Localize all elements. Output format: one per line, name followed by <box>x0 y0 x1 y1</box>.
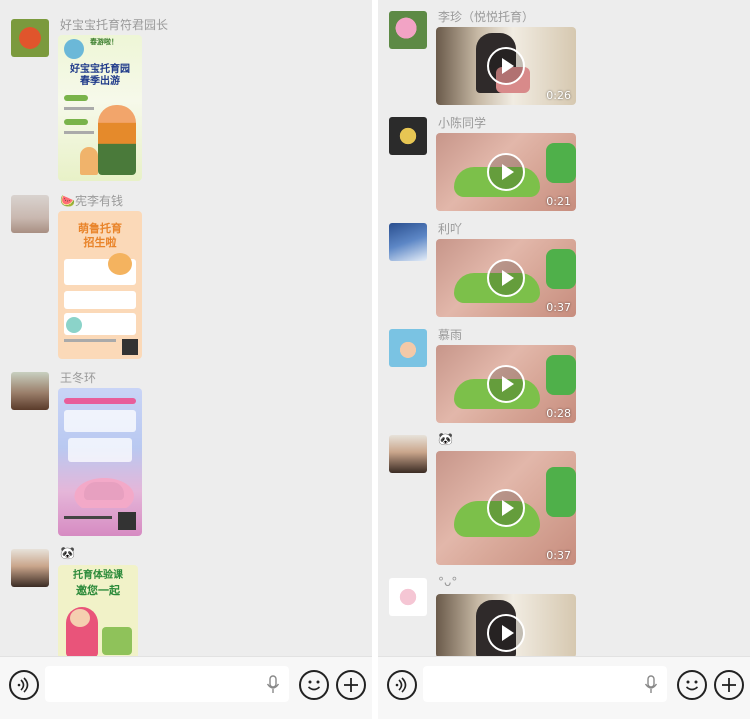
poster-image[interactable]: 托育体验课 邀您一起 <box>58 565 138 660</box>
sender-name: 好宝宝托育符君园长 <box>60 18 169 32</box>
sender-name: 王冬环 <box>60 371 97 385</box>
avatar[interactable] <box>389 435 427 473</box>
video-thumbnail[interactable]: 0:37 <box>436 451 576 565</box>
sender-name: 慕雨 <box>438 328 463 342</box>
message-text-input[interactable] <box>45 666 289 702</box>
avatar[interactable] <box>11 19 49 57</box>
emoji-icon[interactable] <box>299 670 329 700</box>
avatar[interactable] <box>11 195 49 233</box>
video-duration: 0:26 <box>546 89 571 102</box>
poster-image[interactable]: 萌鲁托育 招生啦 <box>58 211 142 359</box>
sender-name: 🐼 <box>60 546 75 560</box>
video-thumbnail[interactable]: 0:28 <box>436 345 576 423</box>
message-text-input[interactable] <box>423 666 667 702</box>
play-icon[interactable] <box>487 47 525 85</box>
sender-name: 🐼 <box>438 432 453 446</box>
poster-subheading: 招生啦 <box>83 236 117 249</box>
message-input-bar <box>0 656 372 719</box>
poster-top-label: 春游啦！ <box>90 38 118 46</box>
message-input-bar <box>378 656 750 719</box>
plus-icon[interactable] <box>336 670 366 700</box>
video-duration: 0:28 <box>546 407 571 420</box>
poster-heading: 托育体验课 <box>73 570 123 581</box>
avatar[interactable] <box>389 11 427 49</box>
poster-image[interactable]: 春游啦！ 好宝宝托育园 春季出游 <box>58 35 142 181</box>
chat-panel-left: 好宝宝托育符君园长 春游啦！ 好宝宝托育园 春季出游 🍉宪李有钱 萌鲁托育 招生… <box>0 0 372 719</box>
poster-image[interactable] <box>58 388 142 536</box>
poster-subheading: 春季出游 <box>80 76 120 87</box>
sender-name: 小陈同学 <box>438 116 487 130</box>
sender-name: 🍉宪李有钱 <box>60 194 123 208</box>
video-duration: 0:37 <box>546 549 571 562</box>
play-icon[interactable] <box>487 614 525 652</box>
video-thumbnail[interactable] <box>436 594 576 658</box>
poster-heading: 萌鲁托育 <box>78 222 122 235</box>
microphone-icon[interactable] <box>266 675 280 695</box>
poster-heading: 好宝宝托育园 <box>70 64 130 75</box>
emoji-icon[interactable] <box>677 670 707 700</box>
play-icon[interactable] <box>487 153 525 191</box>
poster-subheading: 邀您一起 <box>76 584 120 597</box>
video-duration: 0:37 <box>546 301 571 314</box>
voice-icon[interactable] <box>387 670 417 700</box>
sender-name: 利吖 <box>438 222 463 236</box>
plus-icon[interactable] <box>714 670 744 700</box>
video-duration: 0:21 <box>546 195 571 208</box>
avatar[interactable] <box>389 223 427 261</box>
voice-icon[interactable] <box>9 670 39 700</box>
avatar[interactable] <box>11 372 49 410</box>
sender-name: °ᴗ° <box>438 575 458 589</box>
play-icon[interactable] <box>487 489 525 527</box>
sender-name: 李珍（悦悦托育） <box>438 10 535 24</box>
avatar[interactable] <box>389 578 427 616</box>
avatar[interactable] <box>389 329 427 367</box>
microphone-icon[interactable] <box>644 675 658 695</box>
play-icon[interactable] <box>487 259 525 297</box>
avatar[interactable] <box>389 117 427 155</box>
video-thumbnail[interactable]: 0:21 <box>436 133 576 211</box>
play-icon[interactable] <box>487 365 525 403</box>
video-thumbnail[interactable]: 0:26 <box>436 27 576 105</box>
chat-panel-right: 李珍（悦悦托育） 0:26 小陈同学 0:21 利吖 0:37 慕雨 0:28 … <box>378 0 750 719</box>
video-thumbnail[interactable]: 0:37 <box>436 239 576 317</box>
avatar[interactable] <box>11 549 49 587</box>
